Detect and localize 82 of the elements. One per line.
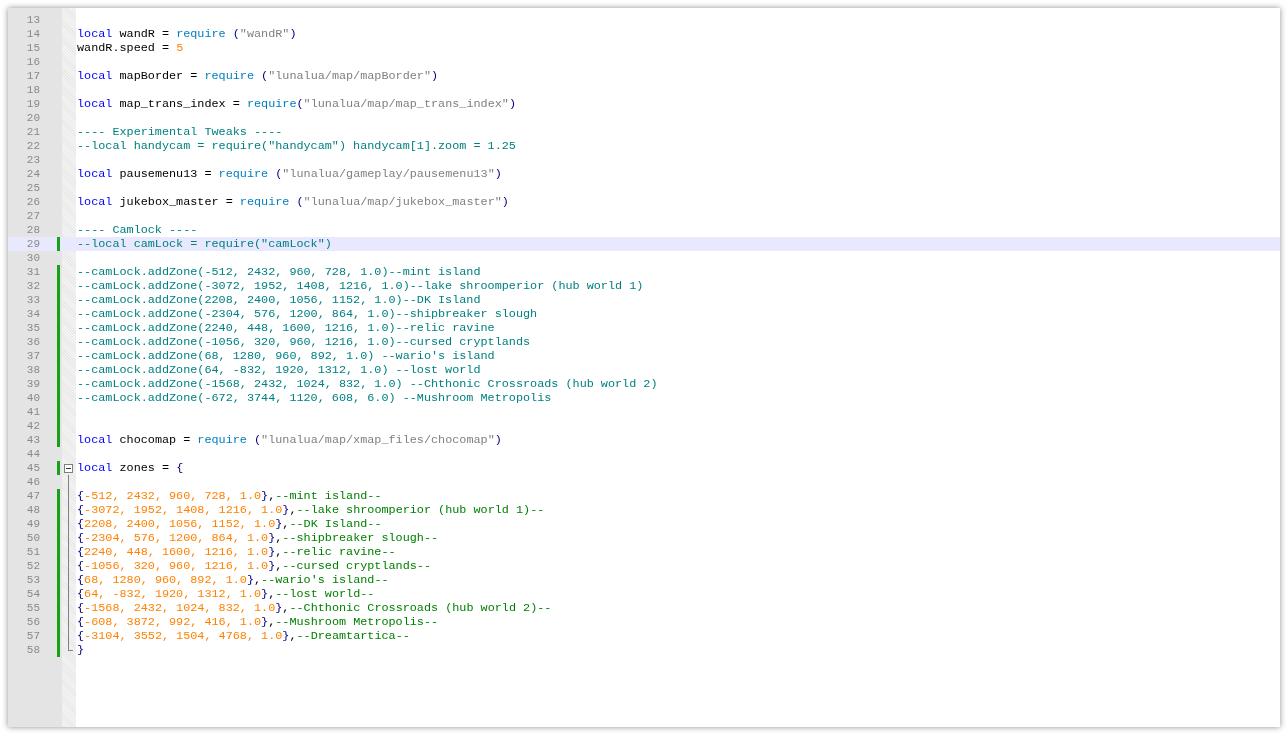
line-number: 13	[25, 13, 40, 27]
code-line: ---- Camlock ----	[76, 223, 198, 237]
code-line: local zones = {	[76, 461, 184, 475]
code-line: {-608, 3872, 992, 416, 1.0},--Mushroom Metropolis--	[76, 615, 439, 629]
code-line: {68, 1280, 960, 892, 1.0},--wario's island--	[76, 573, 389, 587]
line-number: 25	[25, 181, 40, 195]
line-number: 51	[25, 545, 40, 559]
line-number: 42	[25, 419, 40, 433]
code-line: --camLock.addZone(-1568, 2432, 1024, 832, 1.0) --Chthonic Crossroads (hub world 2)	[76, 377, 658, 391]
code-line: {-1568, 2432, 1024, 832, 1.0},--Chthonic Crossroads (hub world 2)--	[76, 601, 552, 615]
line-number: 23	[25, 153, 40, 167]
code-line: --camLock.addZone(-512, 2432, 960, 728, 1.0)--mint island	[76, 265, 481, 279]
code-line: --camLock.addZone(2208, 2400, 1056, 1152, 1.0)--DK Island	[76, 293, 481, 307]
line-number: 27	[25, 209, 40, 223]
line-number: 17	[25, 69, 40, 83]
code-line: --camLock.addZone(-3072, 1952, 1408, 1216, 1.0)--lake shroomperior (hub world 1)	[76, 279, 644, 293]
code-line: --camLock.addZone(-1056, 320, 960, 1216, 1.0)--cursed cryptlands	[76, 335, 531, 349]
code-line: {-512, 2432, 960, 728, 1.0},--mint island--	[76, 489, 382, 503]
code-line: local jukebox_master = require ("lunalua/map/jukebox_master")	[76, 195, 509, 209]
code-line: --local camLock = require("camLock")	[76, 237, 332, 251]
line-number: 36	[25, 335, 40, 349]
line-number: 31	[25, 265, 40, 279]
line-number: 46	[25, 475, 40, 489]
code-line: wandR.speed = 5	[76, 41, 184, 55]
line-number: 53	[25, 573, 40, 587]
line-number: 21	[25, 125, 40, 139]
code-line: --camLock.addZone(2240, 448, 1600, 1216, 1.0)--relic ravine	[76, 321, 495, 335]
code-line: }	[76, 643, 85, 657]
line-number: 33	[25, 293, 40, 307]
line-number: 28	[25, 223, 40, 237]
line-number: 41	[25, 405, 40, 419]
code-line: {-3104, 3552, 1504, 4768, 1.0},--Dreamtartica--	[76, 629, 410, 643]
line-number: 45	[25, 461, 40, 475]
line-number: 40	[25, 391, 40, 405]
code-line: {-3072, 1952, 1408, 1216, 1.0},--lake shroomperior (hub world 1)--	[76, 503, 545, 517]
line-number: 37	[25, 349, 40, 363]
line-number: 30	[25, 251, 40, 265]
line-number: 38	[25, 363, 40, 377]
code-line: {64, -832, 1920, 1312, 1.0},--lost world--	[76, 587, 375, 601]
code-line: {-2304, 576, 1200, 864, 1.0},--shipbreaker slough--	[76, 531, 439, 545]
code-line: {2240, 448, 1600, 1216, 1.0},--relic ravine--	[76, 545, 396, 559]
collapse-icon[interactable]	[64, 464, 73, 473]
line-number: 29	[25, 237, 40, 251]
line-number: 22	[25, 139, 40, 153]
line-number: 32	[25, 279, 40, 293]
fold-end-icon	[68, 643, 73, 651]
line-number: 35	[25, 321, 40, 335]
code-line: {-1056, 320, 960, 1216, 1.0},--cursed cryptlands--	[76, 559, 431, 573]
line-number: 15	[25, 41, 40, 55]
line-number: 48	[25, 503, 40, 517]
code-line: --camLock.addZone(68, 1280, 960, 892, 1.0) --wario's island	[76, 349, 495, 363]
code-line: --camLock.addZone(64, -832, 1920, 1312, 1.0) --lost world	[76, 363, 481, 377]
code-line: local map_trans_index = require("lunalua/map/map_trans_index")	[76, 97, 516, 111]
line-number: 20	[25, 111, 40, 125]
code-line: --camLock.addZone(-2304, 576, 1200, 864, 1.0)--shipbreaker slough	[76, 307, 538, 321]
line-number: 14	[25, 27, 40, 41]
line-number: 24	[25, 167, 40, 181]
line-number: 39	[25, 377, 40, 391]
line-number: 57	[25, 629, 40, 643]
line-number: 58	[25, 643, 40, 657]
code-line: ---- Experimental Tweaks ----	[76, 125, 283, 139]
line-number: 52	[25, 559, 40, 573]
line-number: 55	[25, 601, 40, 615]
line-number: 49	[25, 517, 40, 531]
line-number: 19	[25, 97, 40, 111]
line-number: 43	[25, 433, 40, 447]
code-line: local wandR = require ("wandR")	[76, 27, 297, 41]
line-number: 47	[25, 489, 40, 503]
line-number: 18	[25, 83, 40, 97]
line-number: 54	[25, 587, 40, 601]
line-number: 56	[25, 615, 40, 629]
line-number: 26	[25, 195, 40, 209]
code-line: --camLock.addZone(-672, 3744, 1120, 608, 6.0) --Mushroom Metropolis	[76, 391, 552, 405]
line-number: 34	[25, 307, 40, 321]
line-number: 50	[25, 531, 40, 545]
code-line: local pausemenu13 = require ("lunalua/gameplay/pausemenu13")	[76, 167, 502, 181]
code-line: {2208, 2400, 1056, 1152, 1.0},--DK Island--	[76, 517, 382, 531]
code-line: local mapBorder = require ("lunalua/map/mapBorder")	[76, 69, 439, 83]
line-number: 44	[25, 447, 40, 461]
code-line: local chocomap = require ("lunalua/map/xmap_files/chocomap")	[76, 433, 502, 447]
line-number: 16	[25, 55, 40, 69]
code-line: --local handycam = require("handycam") handycam[1].zoom = 1.25	[76, 139, 516, 153]
